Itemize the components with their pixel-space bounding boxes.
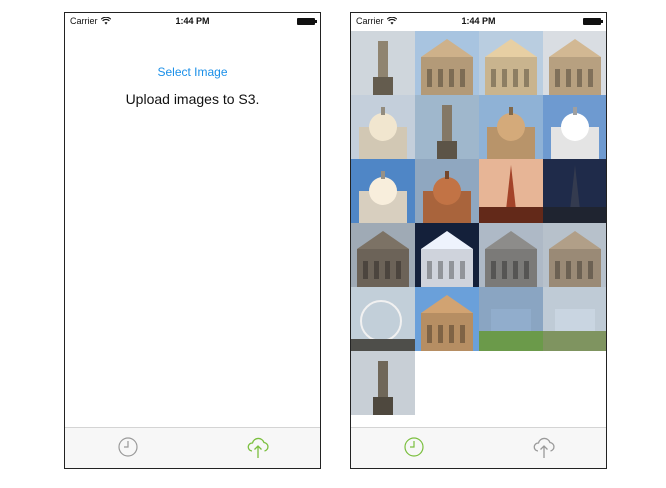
cloud-upload-icon bbox=[247, 437, 269, 458]
thumbnail[interactable] bbox=[415, 95, 479, 159]
thumbnail[interactable] bbox=[351, 31, 415, 95]
thumbnail[interactable] bbox=[351, 223, 415, 287]
thumbnail-image bbox=[415, 31, 479, 95]
cloud-upload-icon bbox=[533, 437, 555, 458]
thumbnail-image bbox=[415, 287, 479, 351]
tab-downloads[interactable] bbox=[113, 432, 143, 462]
thumbnail-image bbox=[415, 95, 479, 159]
upload-screen: Carrier 1:44 PM Select Image Upload imag… bbox=[64, 12, 321, 469]
thumbnail-image bbox=[415, 223, 479, 287]
thumbnail[interactable] bbox=[415, 287, 479, 351]
clock-time: 1:44 PM bbox=[461, 16, 496, 26]
thumbnail[interactable] bbox=[543, 223, 606, 287]
clock-icon bbox=[404, 437, 424, 457]
thumbnail-image bbox=[479, 287, 543, 351]
clock-icon bbox=[118, 437, 138, 457]
tab-upload[interactable] bbox=[529, 432, 559, 462]
status-bar: Carrier 1:44 PM bbox=[65, 13, 320, 31]
tab-bar bbox=[65, 427, 320, 468]
thumbnail-image bbox=[543, 287, 606, 351]
thumbnail-image bbox=[543, 95, 606, 159]
thumbnail-image bbox=[479, 31, 543, 95]
tab-bar bbox=[351, 427, 606, 468]
tab-downloads[interactable] bbox=[399, 432, 429, 462]
thumbnail-image bbox=[479, 95, 543, 159]
thumbnail[interactable] bbox=[543, 287, 606, 351]
thumbnail[interactable] bbox=[543, 95, 606, 159]
thumbnail[interactable] bbox=[479, 223, 543, 287]
thumbnail-image bbox=[543, 223, 606, 287]
battery-icon bbox=[297, 18, 317, 25]
thumbnail[interactable] bbox=[479, 31, 543, 95]
thumbnail-image bbox=[543, 159, 606, 223]
thumbnail-image bbox=[479, 159, 543, 223]
thumbnail-image bbox=[351, 287, 415, 351]
thumbnail-image bbox=[543, 31, 606, 95]
thumbnail[interactable] bbox=[479, 287, 543, 351]
thumbnail[interactable] bbox=[415, 31, 479, 95]
thumbnail[interactable] bbox=[351, 287, 415, 351]
thumbnail-image bbox=[351, 95, 415, 159]
battery-icon bbox=[583, 18, 603, 25]
upload-message: Upload images to S3. bbox=[125, 91, 260, 107]
thumbnail-image bbox=[351, 159, 415, 223]
thumbnail-image bbox=[479, 223, 543, 287]
thumbnail-image bbox=[351, 31, 415, 95]
thumbnail[interactable] bbox=[415, 223, 479, 287]
select-image-button[interactable]: Select Image bbox=[65, 65, 320, 79]
thumbnail[interactable] bbox=[351, 95, 415, 159]
image-grid bbox=[351, 31, 606, 415]
thumbnail[interactable] bbox=[543, 31, 606, 95]
gallery-screen: Carrier 1:44 PM bbox=[350, 12, 607, 469]
thumbnail-image bbox=[351, 223, 415, 287]
thumbnail[interactable] bbox=[479, 95, 543, 159]
clock-time: 1:44 PM bbox=[175, 16, 210, 26]
thumbnail[interactable] bbox=[479, 159, 543, 223]
status-bar: Carrier 1:44 PM bbox=[351, 13, 606, 31]
tab-upload[interactable] bbox=[243, 432, 273, 462]
thumbnail[interactable] bbox=[543, 159, 606, 223]
thumbnail[interactable] bbox=[351, 159, 415, 223]
thumbnail-image bbox=[415, 159, 479, 223]
thumbnail[interactable] bbox=[351, 351, 415, 415]
thumbnail-image bbox=[351, 351, 415, 415]
thumbnail[interactable] bbox=[415, 159, 479, 223]
